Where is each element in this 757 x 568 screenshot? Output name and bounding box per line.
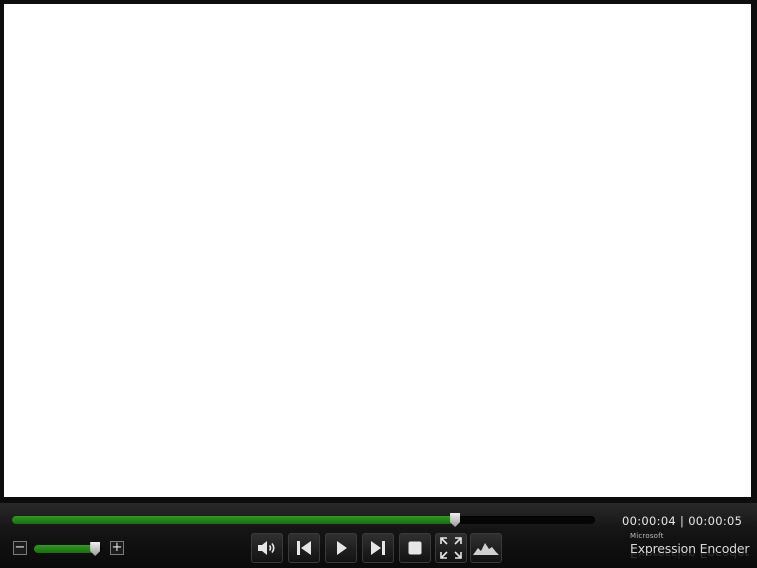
stop-icon [407,540,423,556]
play-button[interactable] [325,533,357,563]
seek-progress-fill [12,516,456,524]
media-player: 00:00:04 | 00:00:05 − + Microsoft Expres… [0,0,757,568]
volume-thumb[interactable] [90,542,101,556]
minus-icon: − [14,540,26,555]
stop-button[interactable] [399,533,431,563]
previous-button[interactable] [288,533,320,563]
skip-previous-icon [295,540,313,556]
brand-reflection: Expression Encoder [630,553,750,561]
volume-slider[interactable] [34,542,102,556]
skip-next-icon [369,540,387,556]
graph-button[interactable] [470,533,502,563]
next-button[interactable] [362,533,394,563]
time-separator: | [680,514,685,528]
volume-fill [34,545,96,553]
fullscreen-button[interactable] [435,533,467,563]
fullscreen-icon [438,535,464,561]
total-time: 00:00:05 [688,514,743,528]
brand-logo: Microsoft Expression Encoder Expression … [630,532,750,561]
volume-button[interactable] [251,533,283,563]
current-time: 00:00:04 [622,514,677,528]
speaker-icon [256,539,278,557]
control-bar: 00:00:04 | 00:00:05 − + Microsoft Expres… [0,503,757,568]
seek-bar[interactable] [12,513,595,527]
play-icon [334,540,348,556]
time-display: 00:00:04 | 00:00:05 [622,514,742,528]
seek-thumb[interactable] [450,513,461,527]
waveform-icon [472,540,500,556]
volume-increase-button[interactable]: + [110,541,124,555]
brand-vendor: Microsoft [630,532,664,540]
video-display[interactable] [4,4,751,497]
volume-decrease-button[interactable]: − [13,541,27,555]
plus-icon: + [111,540,123,555]
